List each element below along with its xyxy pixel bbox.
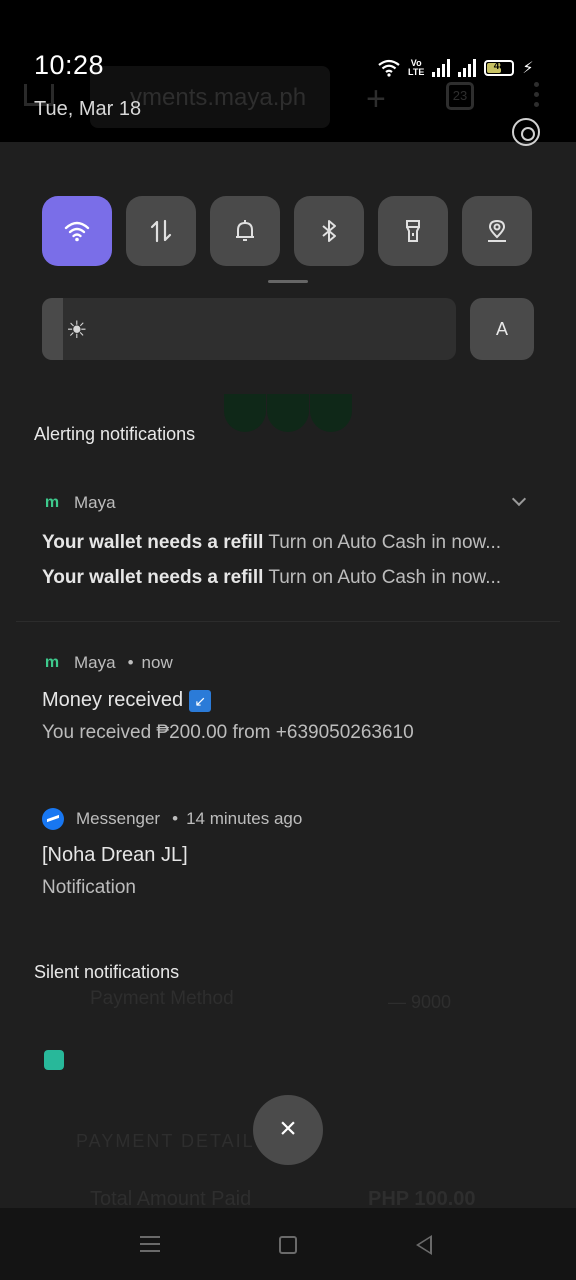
silent-section-title: Silent notifications [34, 962, 180, 982]
maya-app-icon: m [44, 494, 60, 511]
settings-gear-icon[interactable] [512, 118, 540, 146]
notif-body: You received ₱200.00 from +639050263610 [42, 722, 414, 743]
clock-time: 10:28 [34, 50, 105, 80]
home-icon[interactable] [279, 1236, 297, 1254]
separator-dot: • [172, 809, 179, 828]
flashlight-toggle[interactable] [378, 196, 448, 266]
battery-level: 48 [493, 61, 505, 72]
maya-notif-time: now [141, 653, 173, 672]
location-toggle[interactable] [462, 196, 532, 266]
notif-title: Your wallet needs a refill [42, 567, 264, 588]
wifi-toggle[interactable] [42, 196, 112, 266]
clock-date: Tue, Mar 18 [34, 98, 142, 120]
recent-apps-icon[interactable] [140, 1236, 160, 1254]
divider [16, 621, 560, 622]
maya-group-line-1[interactable]: Your wallet needs a refill Turn on Auto … [42, 532, 501, 554]
maya-group-line-2[interactable]: Your wallet needs a refill Turn on Auto … [42, 567, 501, 589]
location-icon [488, 219, 506, 242]
notif-text: Turn on Auto Cash in now... [268, 532, 502, 553]
messenger-app-icon [42, 808, 64, 830]
volte-icon: Vo LTE [408, 58, 425, 77]
quick-settings-tiles [42, 196, 532, 266]
bluetooth-toggle[interactable] [294, 196, 364, 266]
ghost-payment-method: Payment Method [90, 988, 234, 1009]
panel-drag-handle[interactable] [268, 280, 308, 283]
mobile-data-toggle[interactable] [126, 196, 196, 266]
status-bar: yments.maya.ph + 23 10:28 Tue, Mar 18 Vo… [0, 0, 576, 142]
sound-toggle[interactable] [210, 196, 280, 266]
messenger-notif-time: 14 minutes ago [186, 809, 303, 828]
notif-title: Money received [42, 689, 184, 711]
ghost-new-tab-icon: + [366, 80, 386, 118]
maya-app-icon: m [44, 654, 60, 671]
messenger-app-name: Messenger [76, 809, 161, 828]
battery-icon: 48 [484, 60, 515, 76]
status-icons: Vo LTE 48 ⚡ [378, 56, 534, 80]
brightness-slider[interactable]: ☀ [42, 298, 456, 360]
bluetooth-icon [322, 220, 336, 242]
clear-all-button[interactable]: × [253, 1095, 323, 1165]
wifi-icon [64, 221, 90, 242]
notif-text: Turn on Auto Cash in now... [268, 567, 502, 588]
cell-signal-1-icon [432, 59, 451, 77]
ghost-tab-count: 23 [446, 82, 474, 110]
ghost-payment-method-value: — 9000 [388, 992, 452, 1012]
bell-icon [236, 220, 254, 241]
ghost-payment-details: PAYMENT DETAILS [76, 1131, 269, 1151]
maya-group-header[interactable]: m Maya [42, 493, 116, 513]
data-arrows-icon [150, 219, 172, 243]
navigation-bar [0, 1208, 576, 1280]
brightness-sun-icon: ☀ [66, 317, 88, 344]
messenger-notif-header: Messenger • 14 minutes ago [42, 808, 302, 830]
ghost-decoration [224, 394, 352, 432]
silent-app-icon[interactable] [44, 1050, 64, 1070]
brightness-level-fill [42, 298, 63, 360]
maya-app-name: Maya [74, 653, 116, 672]
separator-dot: • [127, 653, 134, 672]
cell-signal-2-icon [458, 59, 477, 77]
notif-body: Notification [42, 877, 136, 898]
messenger-notification[interactable]: [Noha Drean JL] [42, 844, 188, 867]
ghost-url-text: yments.maya.ph [130, 84, 307, 111]
arrow-emoji-icon: ↙ [189, 689, 212, 712]
maya-notif-header: m Maya • now [42, 653, 173, 673]
maya-app-name: Maya [74, 493, 116, 512]
charging-icon: ⚡ [522, 60, 534, 77]
notif-title: Your wallet needs a refill [42, 532, 264, 553]
maya-money-notification[interactable]: Money received ↙ [42, 689, 212, 712]
flashlight-icon [406, 220, 420, 242]
chevron-down-icon[interactable] [511, 491, 527, 507]
ghost-menu-icon [534, 82, 540, 110]
back-icon[interactable] [416, 1235, 432, 1255]
wifi-signal-icon [378, 59, 400, 77]
auto-brightness-button[interactable]: A [470, 298, 534, 360]
alerting-section-title: Alerting notifications [34, 424, 196, 444]
